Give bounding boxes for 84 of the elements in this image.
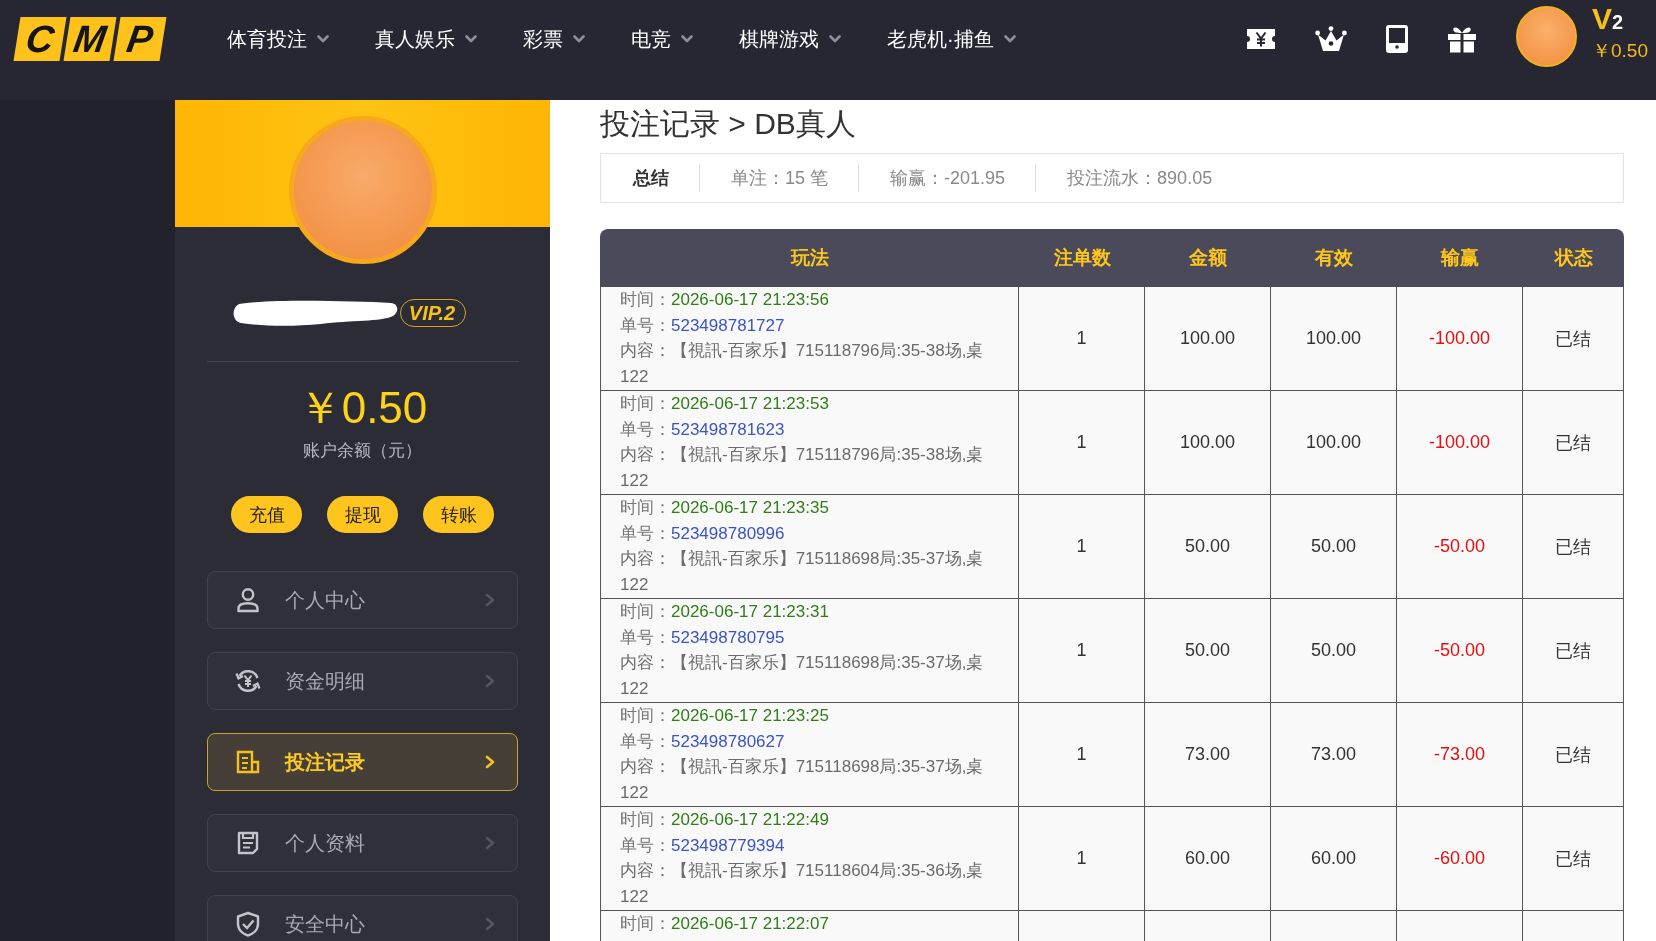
column-header: 输赢 xyxy=(1441,246,1479,270)
field-label: 单号： xyxy=(620,627,671,647)
ticket-icon[interactable] xyxy=(1246,28,1276,50)
action-button[interactable]: 充值 xyxy=(231,496,302,533)
field-label: 时间： xyxy=(620,290,671,309)
order-number: 523498780627 xyxy=(671,731,785,751)
order-number: 523498780996 xyxy=(671,523,785,543)
order-number: 523498779394 xyxy=(671,835,785,855)
chevron-right-icon xyxy=(485,755,495,769)
field-label: 单号： xyxy=(620,523,671,543)
column-header: 玩法 xyxy=(790,246,829,270)
bet-time: 2026-06-17 21:22:07 xyxy=(671,914,829,933)
bet-content: 内容：【視訊-百家乐】715118698局:35-37场,桌122 xyxy=(620,548,985,597)
sidebar-menu-item[interactable]: 安全中心 xyxy=(207,895,518,941)
column-header: 注单数 xyxy=(1053,246,1111,270)
field-label: 单号： xyxy=(620,315,671,335)
bet-time: 2026-06-17 21:22:49 xyxy=(671,810,829,829)
bet-time: 2026-06-17 21:23:31 xyxy=(671,602,829,621)
balance-caption: 账户余额（元） xyxy=(303,440,422,462)
bet-content: 内容：【視訊-百家乐】715118796局:35-38场,桌122 xyxy=(620,444,985,493)
chevron-down-icon xyxy=(681,35,693,43)
account-balance: ￥0.50 xyxy=(297,383,428,433)
logo-letter: C xyxy=(13,17,67,61)
column-header: 状态 xyxy=(1554,246,1593,270)
page-title: 投注记录 > DB真人 xyxy=(600,106,857,142)
nav-menu-item[interactable]: 真人娱乐 xyxy=(375,25,477,53)
column-header: 有效 xyxy=(1315,246,1353,270)
order-number: 523498781623 xyxy=(671,419,785,439)
nav-menu-item[interactable]: 彩票 xyxy=(523,25,585,53)
bet-time: 2026-06-17 21:23:25 xyxy=(671,706,829,725)
field-label: 时间： xyxy=(620,810,671,829)
summary-stat: 单注：15 笔 xyxy=(731,167,829,190)
bet-content: 内容：【視訊-百家乐】715118698局:35-37场,桌122 xyxy=(620,652,985,701)
logo-letter: M xyxy=(63,17,117,61)
sidebar-menu-item[interactable]: 投注记录 xyxy=(207,733,518,791)
field-label: 时间： xyxy=(620,394,671,413)
nav-menu-item[interactable]: 老虎机·捕鱼 xyxy=(887,25,1016,53)
action-button[interactable]: 提现 xyxy=(327,496,398,533)
header-balance: ￥0.50 xyxy=(1592,40,1648,62)
field-label: 时间： xyxy=(620,498,671,517)
chevron-down-icon xyxy=(829,35,841,43)
nav-menu-item[interactable]: 体育投注 xyxy=(227,25,329,53)
field-label: 单号： xyxy=(620,419,671,439)
field-label: 时间： xyxy=(620,914,671,933)
order-number: 523498780795 xyxy=(671,627,785,647)
bet-content: 内容：【視訊-百家乐】715118698局:35-37场,桌122 xyxy=(620,756,985,805)
summary-stat: 输赢：-201.95 xyxy=(890,167,1006,190)
chevron-down-icon xyxy=(465,35,477,43)
chevron-down-icon xyxy=(317,35,329,43)
nav-menu-item[interactable]: 棋牌游戏 xyxy=(739,25,841,53)
chevron-down-icon xyxy=(573,35,585,43)
gift-icon[interactable] xyxy=(1447,25,1477,53)
sidebar-menu-item[interactable]: 个人资料 xyxy=(207,814,518,872)
bet-content: 内容：【視訊-百家乐】715118604局:35-36场,桌122 xyxy=(620,860,985,909)
chevron-right-icon xyxy=(485,917,495,931)
sidebar-menu-item[interactable]: 个人中心 xyxy=(207,571,518,629)
bet-time: 2026-06-17 21:23:56 xyxy=(671,290,829,309)
action-button[interactable]: 转账 xyxy=(423,496,494,533)
summary-stat: 投注流水：890.05 xyxy=(1067,167,1213,190)
chevron-right-icon xyxy=(485,674,495,688)
bet-time: 2026-06-17 21:23:35 xyxy=(671,498,829,517)
order-number: 523498781727 xyxy=(671,315,785,335)
field-label: 时间： xyxy=(620,602,671,621)
summary-title: 总结 xyxy=(633,167,669,190)
column-header: 金额 xyxy=(1189,246,1227,270)
sidebar-menu-item[interactable]: 资金明细 xyxy=(207,652,518,710)
logo-letter: P xyxy=(113,17,167,61)
yen-exchange-icon xyxy=(235,668,261,694)
person-icon xyxy=(235,587,261,613)
crown-icon[interactable] xyxy=(1315,26,1347,52)
tablet-icon[interactable] xyxy=(1386,25,1408,53)
shield-check-icon xyxy=(235,911,261,937)
document-icon xyxy=(235,749,261,775)
field-label: 单号： xyxy=(620,731,671,751)
field-label: 单号： xyxy=(620,835,671,855)
bet-content: 内容：【視訊-百家乐】715118796局:35-38场,桌122 xyxy=(620,340,985,389)
field-label: 时间： xyxy=(620,706,671,725)
notepad-icon xyxy=(235,830,261,856)
bet-time: 2026-06-17 21:23:53 xyxy=(671,394,829,413)
nav-menu-item[interactable]: 电竞 xyxy=(631,25,693,53)
chevron-right-icon xyxy=(485,593,495,607)
avatar-icon[interactable] xyxy=(1516,5,1577,67)
chevron-right-icon xyxy=(485,836,495,850)
chevron-down-icon xyxy=(1003,35,1016,43)
